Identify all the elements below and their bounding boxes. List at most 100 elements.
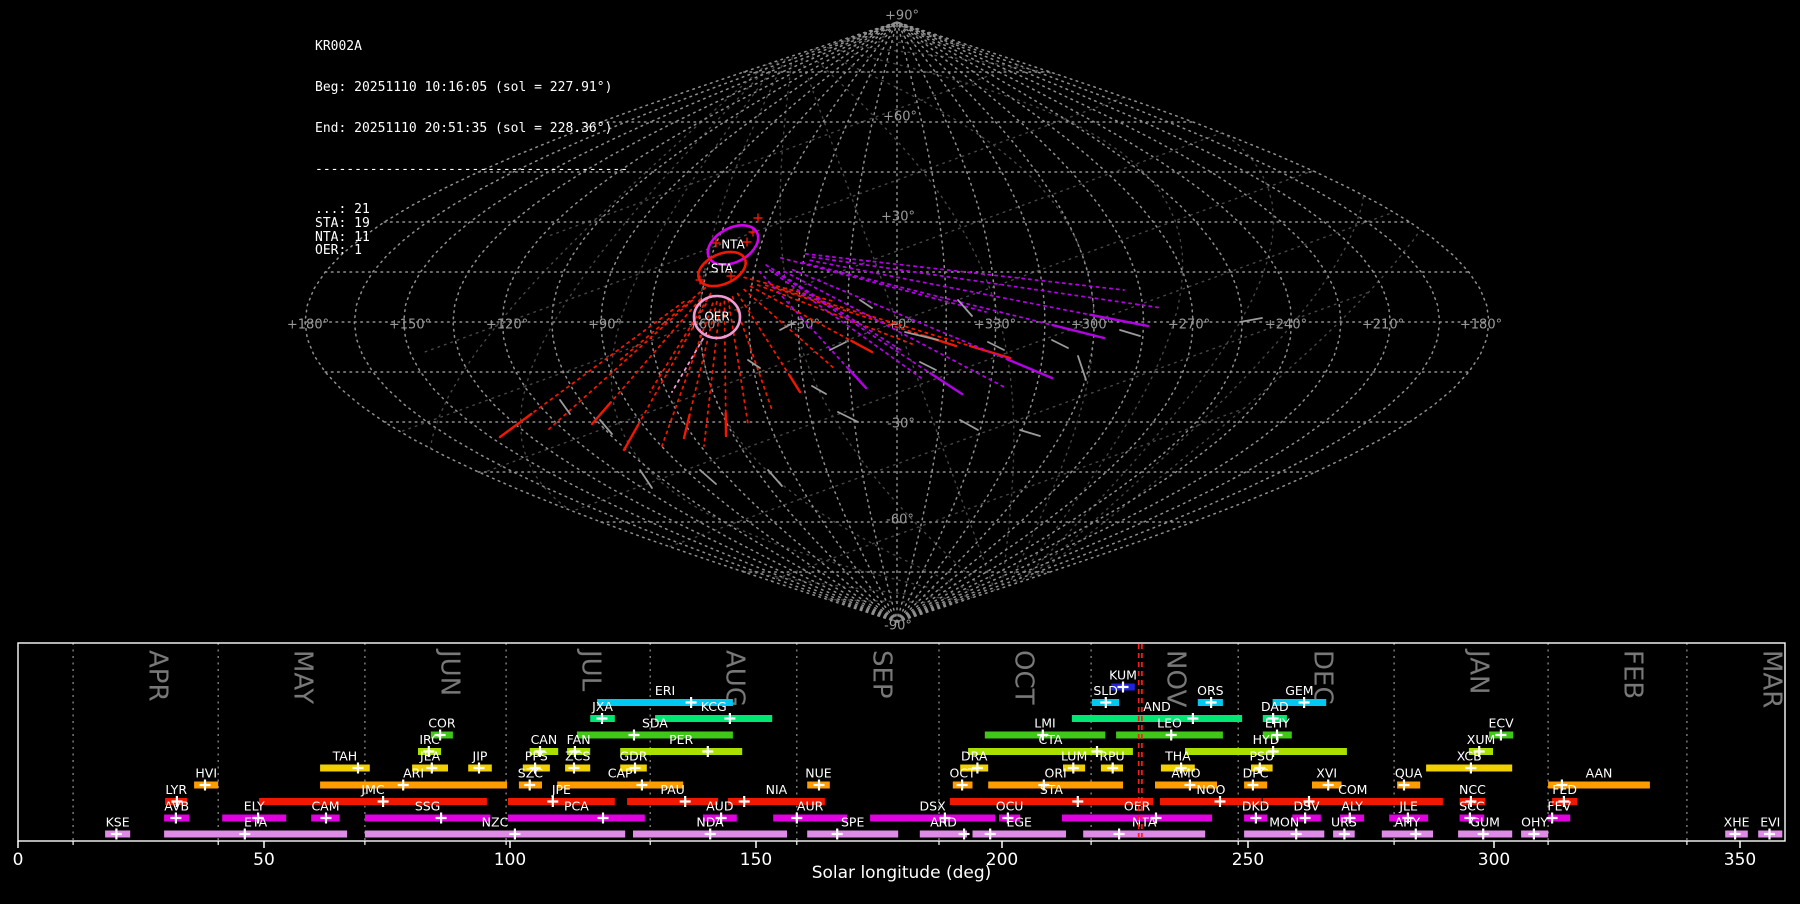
peak-cross [1107,763,1118,774]
shower-code-label: XHE [1724,815,1750,830]
peak-cross [509,829,520,840]
shower-code-label: KSE [106,815,130,830]
sporadic-meteor [812,386,826,394]
equatorial-meridian [702,40,1000,638]
shower-code-label: MON [1269,815,1299,830]
shower-bar-XCB: XCB [1426,749,1512,774]
activity-bar [1083,831,1205,838]
shower-code-label: JMC [360,782,384,797]
peak-cross [1399,780,1410,791]
shower-code-label: PER [669,732,693,747]
peak-cross [957,780,968,791]
shower-code-label: STA [1040,782,1064,797]
shower-code-label: QUA [1395,766,1423,781]
peak-cross [170,813,181,824]
shower-code-label: AND [1143,699,1171,714]
shower-code-label: XVI [1316,766,1337,781]
shower-bar-URS: URS [1331,815,1357,840]
shower-bar-TAH: TAH [320,749,370,774]
sporadic-meteor [838,412,858,422]
shower-code-label: LUM [1061,749,1087,764]
shower-code-label: FEV [1547,799,1571,814]
peak-cross [1072,796,1083,807]
latitude-label: -60° [886,513,914,528]
shower-code-label: DSX [920,799,947,814]
peak-cross [1410,829,1421,840]
latitude-label: +90° [885,9,919,24]
meteor-trail [728,299,748,424]
shower-code-label: PPS [525,749,548,764]
shower-code-label: FED [1552,782,1577,797]
shower-code-label: CAP [608,766,633,781]
shower-code-label: FAN [567,732,591,747]
shower-code-label: ECV [1489,716,1515,731]
month-label: JUL [576,648,606,692]
radiant-map-and-activity-plot: +180°+150°+120°+90°+60°+30°+0°+330°+300°… [0,0,1800,900]
shower-bar-DKD: DKD [1242,799,1269,824]
activity-bar [627,798,718,805]
peak-cross [1166,730,1177,741]
peak-cross [985,829,996,840]
shower-code-label: ARI [403,766,424,781]
activity-bar [320,782,507,789]
axis-tick-label: 350 [1724,850,1756,870]
peak-cross [1339,829,1350,840]
peak-cross [686,697,697,708]
shower-code-label: AHY [1395,815,1421,830]
sporadic-meteor [920,362,936,370]
sporadic-meteor [748,360,760,368]
session-end: End: 20251110 20:51:35 (sol = 228.36°) [315,122,628,136]
count-line: STA: 19 [315,217,628,231]
month-label: JUN [434,648,464,696]
month-label: FEB [1618,650,1648,699]
month-label: MAR [1756,650,1786,708]
shower-bar-EVI: EVI [1758,815,1782,840]
shower-code-label: URS [1331,815,1357,830]
peak-cross [398,780,409,791]
shower-bar-FEV: FEV [1547,799,1572,824]
session-info: KR002A Beg: 20251110 10:16:05 (sol = 227… [315,13,628,285]
shower-code-label: CAM [311,799,339,814]
shower-bar-KSE: KSE [105,815,130,840]
peak-cross [724,713,735,724]
shower-bar-QUA: QUA [1395,766,1423,791]
longitude-label: +210° [1362,318,1404,333]
peak-cross [1528,829,1539,840]
peak-cross [1465,763,1476,774]
peak-cross [353,763,364,774]
shower-code-label: DPC [1243,766,1269,781]
longitude-label: +270° [1168,318,1210,333]
shower-code-label: GEM [1285,683,1313,698]
shower-activity-timeline: APRMAYJUNJULAUGSEPOCTNOVDECJANFEBMARKUME… [13,643,1787,883]
sporadic-meteor [1078,356,1086,380]
shower-code-label: NZC [482,815,509,830]
latitude-label: +30° [881,210,915,225]
shower-code-label: DRA [961,749,988,764]
peak-cross [200,780,211,791]
peak-cross [1478,829,1489,840]
meteor-streak [789,375,800,392]
shower-bar-JXA: JXA [590,699,615,724]
shower-code-label: HVI [195,766,217,781]
activity-bar [577,732,733,739]
peak-cross [1764,829,1775,840]
shower-code-label: NIA [766,782,788,797]
shower-code-label: HYD [1253,732,1280,747]
peak-cross [1247,780,1258,791]
shower-code-label: AVB [164,799,189,814]
shower-bar-OHY: OHY [1521,815,1548,840]
shower-code-label: DAD [1261,699,1289,714]
longitude-label: +90° [588,318,622,333]
count-line: ...: 21 [315,203,628,217]
peak-cross [832,829,843,840]
latitude-label: -90° [884,619,912,634]
shower-code-label: SLD [1093,683,1118,698]
shower-code-label: DSV [1293,799,1320,814]
peak-cross [814,780,825,791]
peak-cross [1323,780,1334,791]
shower-code-label: NDA [696,815,724,830]
axis-tick-label: 150 [740,850,772,870]
shower-code-label: XUM [1467,732,1496,747]
longitude-label: +330° [974,318,1016,333]
peak-cross [1068,763,1079,774]
